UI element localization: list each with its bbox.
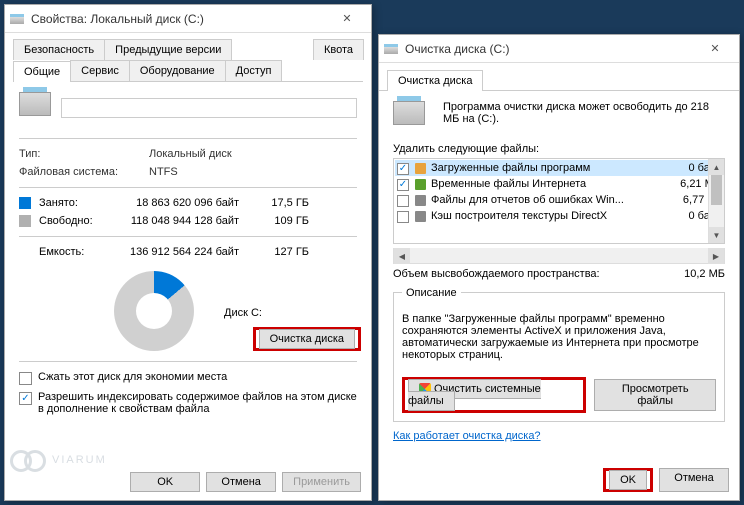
- used-color-icon: [19, 197, 31, 209]
- shield-icon: [419, 383, 431, 395]
- watermark-icon: [10, 450, 46, 470]
- file-name: Временные файлы Интернета: [431, 178, 662, 190]
- cap-bytes: 136 912 564 224 байт: [109, 246, 259, 258]
- file-name: Файлы для отчетов об ошибках Win...: [431, 194, 662, 206]
- description-text: В папке "Загруженные файлы программ" вре…: [402, 313, 716, 365]
- cleanup-content: Программа очистки диска может освободить…: [379, 91, 739, 458]
- tab-hardware[interactable]: Оборудование: [129, 60, 226, 81]
- view-files-button[interactable]: Просмотреть файлы: [594, 379, 716, 411]
- total-value: 10,2 МБ: [684, 268, 725, 280]
- drive-name-input[interactable]: [61, 98, 357, 118]
- scroll-up-icon[interactable]: ▲: [709, 159, 724, 175]
- file-icon: [413, 193, 427, 207]
- file-list[interactable]: Загруженные файлы программ0 байтВременны…: [393, 158, 725, 244]
- type-label: Тип:: [19, 148, 149, 160]
- drive-icon: [383, 41, 399, 57]
- tab-cleanup[interactable]: Очистка диска: [387, 70, 483, 91]
- how-it-works-link[interactable]: Как работает очистка диска?: [393, 430, 541, 442]
- total-label: Объем высвобождаемого пространства:: [393, 268, 600, 280]
- file-row[interactable]: Файлы для отчетов об ошибках Win...6,77 …: [395, 192, 723, 208]
- free-color-icon: [19, 215, 31, 227]
- scroll-right-icon[interactable]: ▶: [708, 248, 724, 264]
- scroll-down-icon[interactable]: ▼: [709, 227, 724, 243]
- file-checkbox[interactable]: [397, 163, 409, 175]
- cancel-button[interactable]: Отмена: [206, 472, 276, 492]
- file-checkbox[interactable]: [397, 179, 409, 191]
- file-row[interactable]: Загруженные файлы программ0 байт: [395, 160, 723, 176]
- used-gb: 17,5 ГБ: [259, 197, 309, 209]
- disk-label: Диск C:: [224, 307, 262, 319]
- tab-service[interactable]: Сервис: [70, 60, 130, 81]
- window-title: Очистка диска (C:): [405, 42, 695, 56]
- cancel-button[interactable]: Отмена: [659, 468, 729, 492]
- cleanup-desc-text: Программа очистки диска может освободить…: [443, 101, 725, 133]
- fs-value: NTFS: [149, 166, 178, 178]
- tab-access[interactable]: Доступ: [225, 60, 283, 81]
- file-icon: [413, 177, 427, 191]
- type-value: Локальный диск: [149, 148, 232, 160]
- file-name: Загруженные файлы программ: [431, 162, 662, 174]
- properties-content: Тип:Локальный диск Файловая система:NTFS…: [5, 82, 371, 428]
- free-gb: 109 ГБ: [259, 215, 309, 227]
- file-icon: [413, 209, 427, 223]
- drive-icon-large: [19, 92, 51, 124]
- description-title: Описание: [402, 287, 461, 299]
- ok-button[interactable]: OK: [609, 470, 647, 490]
- titlebar[interactable]: Свойства: Локальный диск (C:) ✕: [5, 5, 371, 33]
- window-title: Свойства: Локальный диск (C:): [31, 12, 327, 26]
- free-label: Свободно:: [39, 215, 109, 227]
- tab-general[interactable]: Общие: [13, 61, 71, 82]
- cleanup-button[interactable]: Очистка диска: [259, 329, 355, 349]
- tab-prev-versions[interactable]: Предыдущие версии: [104, 39, 232, 60]
- compress-label: Сжать этот диск для экономии места: [38, 371, 227, 383]
- index-checkbox[interactable]: [19, 392, 32, 405]
- used-bytes: 18 863 620 096 байт: [109, 197, 259, 209]
- fs-label: Файловая система:: [19, 166, 149, 178]
- file-row[interactable]: Временные файлы Интернета6,21 МБ: [395, 176, 723, 192]
- cleanup-window: Очистка диска (C:) ✕ Очистка диска Прогр…: [378, 34, 740, 501]
- tab-quota[interactable]: Квота: [313, 39, 364, 60]
- usage-donut-icon: [114, 271, 194, 351]
- properties-window: Свойства: Локальный диск (C:) ✕ Безопасн…: [4, 4, 372, 501]
- file-checkbox[interactable]: [397, 195, 409, 207]
- used-label: Занято:: [39, 197, 109, 209]
- drive-icon-large: [393, 101, 425, 133]
- drive-icon: [9, 11, 25, 27]
- free-bytes: 118 048 944 128 байт: [109, 215, 259, 227]
- watermark: VIARUM: [10, 450, 107, 470]
- titlebar[interactable]: Очистка диска (C:) ✕: [379, 35, 739, 63]
- file-name: Кэш построителя текстуры DirectX: [431, 210, 662, 222]
- scrollbar-vertical[interactable]: ▲ ▼: [708, 159, 724, 243]
- cap-label: Емкость:: [39, 246, 109, 258]
- scroll-left-icon[interactable]: ◀: [394, 248, 410, 264]
- ok-button[interactable]: OK: [130, 472, 200, 492]
- cap-gb: 127 ГБ: [259, 246, 309, 258]
- scrollbar-horizontal[interactable]: ◀ ▶: [393, 248, 725, 264]
- clean-system-files-button[interactable]: Очистить системные файлы: [408, 379, 541, 411]
- tab-security[interactable]: Безопасность: [13, 39, 105, 60]
- close-icon[interactable]: ✕: [695, 36, 735, 62]
- description-fieldset: Описание В папке "Загруженные файлы прог…: [393, 292, 725, 422]
- file-row[interactable]: Кэш построителя текстуры DirectX0 байт: [395, 208, 723, 224]
- apply-button[interactable]: Применить: [282, 472, 361, 492]
- dialog-buttons: OK Отмена: [603, 468, 729, 492]
- dialog-buttons: OK Отмена Применить: [130, 472, 361, 492]
- file-checkbox[interactable]: [397, 211, 409, 223]
- scroll-thumb[interactable]: [711, 175, 722, 205]
- close-icon[interactable]: ✕: [327, 6, 367, 32]
- delete-files-label: Удалить следующие файлы:: [393, 143, 725, 155]
- index-label: Разрешить индексировать содержимое файло…: [38, 391, 357, 415]
- file-icon: [413, 161, 427, 175]
- compress-checkbox[interactable]: [19, 372, 32, 385]
